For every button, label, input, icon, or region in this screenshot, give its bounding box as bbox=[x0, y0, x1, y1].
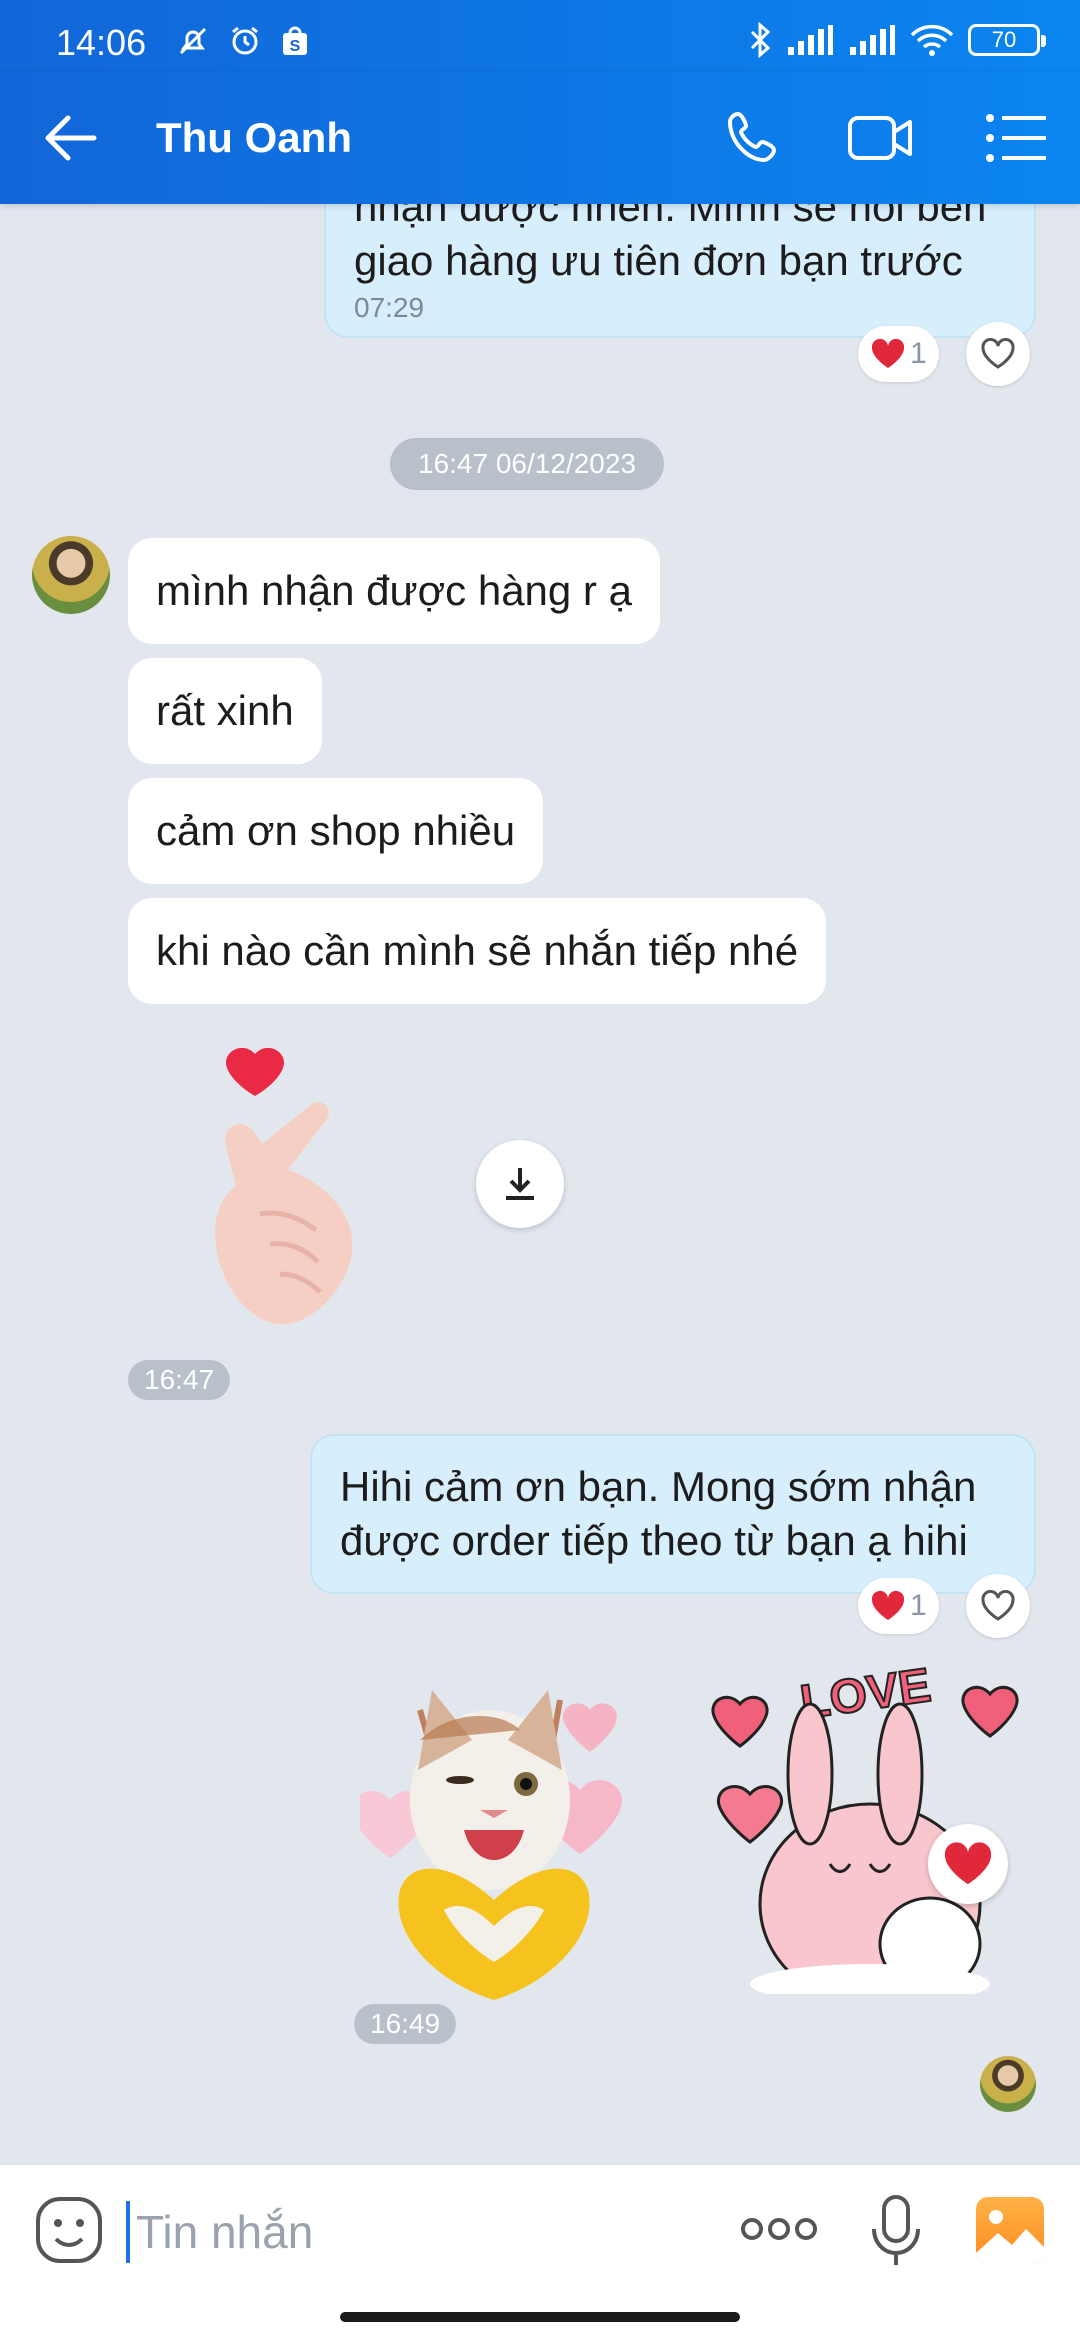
heart-icon bbox=[871, 1590, 905, 1620]
more-options-icon[interactable] bbox=[740, 2209, 818, 2249]
download-button[interactable] bbox=[476, 1140, 564, 1228]
like-button[interactable] bbox=[966, 322, 1030, 386]
message-text: nhận được nhen. Mình sẽ nói bên bbox=[354, 204, 987, 230]
image-icon bbox=[976, 2210, 1044, 2263]
phone-icon[interactable] bbox=[720, 106, 790, 170]
home-indicator[interactable] bbox=[340, 2312, 740, 2322]
status-bar: 14:06 S 70 bbox=[0, 0, 1080, 72]
finger-heart-sticker[interactable] bbox=[200, 1034, 390, 1364]
message-text: Hihi cảm ơn bạn. Mong sớm nhận bbox=[340, 1463, 977, 1510]
heart-outline-icon bbox=[981, 338, 1015, 369]
signal-icon bbox=[788, 25, 833, 55]
heart-icon bbox=[871, 338, 905, 368]
message-text: giao hàng ưu tiên đơn bạn trước bbox=[354, 237, 963, 284]
shopee-icon: S bbox=[283, 26, 307, 55]
reaction-summary[interactable]: 1 bbox=[858, 326, 939, 382]
date-separator: 16:47 06/12/2023 bbox=[390, 438, 664, 490]
sticker-reaction-heart[interactable] bbox=[928, 1824, 1008, 1904]
sticker-emoji-icon[interactable] bbox=[34, 2195, 104, 2265]
contact-avatar[interactable] bbox=[32, 536, 110, 614]
video-call-icon[interactable] bbox=[846, 106, 916, 170]
status-time: 14:06 bbox=[56, 22, 147, 63]
cat-heart-hands-sticker[interactable] bbox=[360, 1660, 680, 2000]
wifi-icon bbox=[910, 24, 954, 56]
battery-icon: 70 bbox=[968, 24, 1046, 56]
heart-outline-icon bbox=[981, 1590, 1015, 1621]
seen-avatar bbox=[980, 2056, 1036, 2112]
message-text: được order tiếp theo từ bạn ạ hihi bbox=[340, 1517, 968, 1564]
chat-header: Thu Oanh bbox=[0, 72, 1080, 204]
signal-icon bbox=[850, 25, 895, 55]
message-bubble-incoming[interactable]: khi nào cần mình sẽ nhắn tiếp nhé bbox=[128, 898, 827, 1004]
image-gallery-button[interactable] bbox=[976, 2197, 1044, 2263]
microphone-icon[interactable] bbox=[868, 2193, 924, 2269]
message-bubble-outgoing[interactable]: nhận được nhen. Mình sẽ nói bên giao hàn… bbox=[324, 204, 1036, 338]
chat-area[interactable]: nhận được nhen. Mình sẽ nói bên giao hàn… bbox=[0, 204, 1080, 2164]
love-bunny-sticker[interactable]: LOVE bbox=[700, 1654, 1030, 1994]
bluetooth-icon bbox=[750, 22, 771, 58]
message-time: 16:47 bbox=[128, 1360, 231, 1400]
like-button[interactable] bbox=[966, 1574, 1030, 1638]
message-bubble-outgoing[interactable]: Hihi cảm ơn bạn. Mong sớm nhận được orde… bbox=[310, 1434, 1036, 1594]
download-icon bbox=[506, 1168, 534, 1200]
message-bubble-incoming[interactable]: rất xinh bbox=[128, 658, 322, 764]
back-arrow-icon[interactable] bbox=[40, 110, 100, 166]
alarm-icon bbox=[232, 26, 258, 55]
message-time: 16:49 bbox=[354, 2004, 457, 2044]
reaction-summary[interactable]: 1 bbox=[858, 1578, 939, 1634]
menu-list-icon[interactable] bbox=[982, 106, 1052, 170]
message-input[interactable] bbox=[126, 2201, 686, 2263]
message-time: 07:29 bbox=[354, 292, 425, 323]
message-bubble-incoming[interactable]: cảm ơn shop nhiều bbox=[128, 778, 544, 884]
contact-name[interactable]: Thu Oanh bbox=[156, 114, 352, 162]
message-bubble-incoming[interactable]: mình nhận được hàng r ạ bbox=[128, 538, 660, 644]
svg-text:S: S bbox=[290, 38, 301, 55]
heart-icon bbox=[944, 1842, 992, 1885]
mute-icon bbox=[179, 27, 207, 55]
